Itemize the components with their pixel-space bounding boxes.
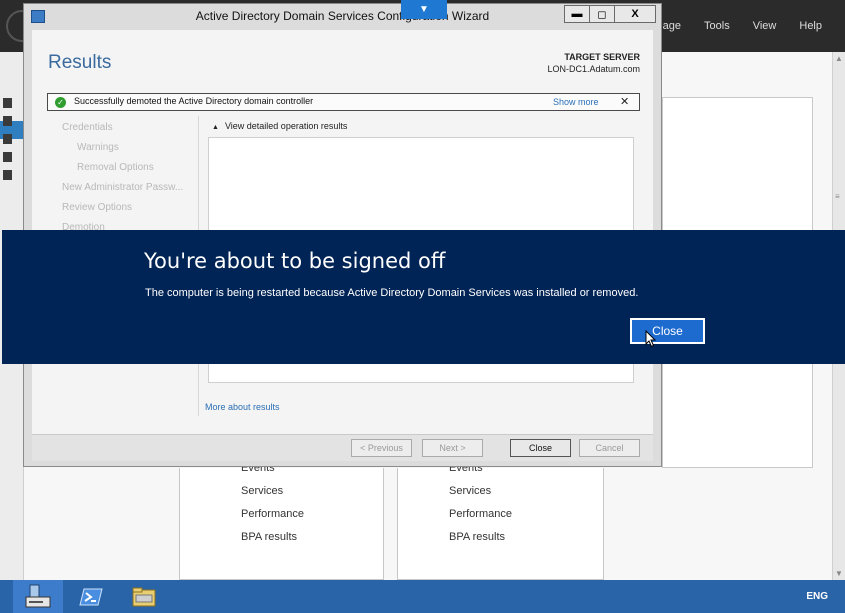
close-button[interactable]: Close [510, 439, 571, 457]
signoff-message: The computer is being restarted because … [145, 287, 639, 299]
taskbar: ENG [0, 580, 845, 613]
scroll-up-icon[interactable]: ▲ [835, 54, 843, 63]
step-warnings: Warnings [77, 142, 119, 153]
local-server-icon[interactable] [3, 116, 12, 126]
server-manager-menu: Manage Tools View Help [641, 0, 845, 52]
next-button[interactable]: Next > [422, 439, 483, 457]
dismiss-close-icon[interactable]: ✕ [620, 95, 629, 108]
scroll-grip-icon[interactable]: ≡ [835, 192, 840, 201]
role-tile-2: Events Services Performance BPA results [397, 462, 604, 580]
file-storage-icon[interactable] [3, 170, 12, 180]
detail-toggle-label: View detailed operation results [224, 121, 348, 131]
file-explorer-taskbar-button[interactable] [119, 580, 169, 613]
chevron-up-icon: ▲ [212, 124, 219, 131]
page-title: Results [48, 52, 112, 73]
all-servers-icon[interactable] [3, 134, 12, 144]
server-manager-taskbar-button[interactable] [13, 580, 63, 613]
more-about-results-link[interactable]: More about results [205, 402, 280, 412]
server-manager-icon [25, 584, 51, 607]
menu-help[interactable]: Help [799, 20, 822, 32]
powershell-taskbar-button[interactable] [66, 580, 116, 613]
ad-ds-icon[interactable] [3, 152, 12, 162]
chevron-down-icon[interactable]: ▼ [401, 0, 447, 19]
maximize-button[interactable]: ◻ [589, 5, 615, 23]
tile-item-services[interactable]: Services [241, 480, 401, 503]
view-detailed-results-toggle[interactable]: ▲ View detailed operation results [212, 121, 347, 131]
minimize-button[interactable]: ▬ [564, 5, 590, 23]
target-server-value: LON-DC1.Adatum.com [547, 64, 640, 74]
mouse-pointer-icon [645, 330, 657, 348]
dashboard-icon[interactable] [3, 98, 12, 108]
menu-view[interactable]: View [753, 20, 777, 32]
wizard-footer: < Previous Next > Close Cancel [32, 434, 653, 461]
window-controls: ▬ ◻ X [564, 5, 656, 23]
cancel-button[interactable]: Cancel [579, 439, 640, 457]
step-new-admin-password: New Administrator Passw... [62, 182, 184, 193]
scroll-down-icon[interactable]: ▼ [835, 569, 843, 578]
success-check-icon: ✓ [55, 97, 66, 108]
signoff-banner: You're about to be signed off The comput… [2, 230, 845, 364]
input-language-indicator[interactable]: ENG [806, 591, 828, 602]
tile-item-services[interactable]: Services [449, 480, 609, 503]
role-tile-1: Events Services Performance BPA results [179, 462, 384, 580]
wizard-titlebar[interactable]: Active Directory Domain Services Configu… [24, 4, 661, 30]
tile-item-performance[interactable]: Performance [241, 503, 401, 526]
show-more-link[interactable]: Show more [553, 97, 599, 107]
menu-tools[interactable]: Tools [704, 20, 730, 32]
folder-icon [132, 587, 156, 606]
target-server-label: TARGET SERVER [564, 52, 640, 62]
tile-item-bpa-results[interactable]: BPA results [241, 526, 401, 549]
tile-item-bpa-results[interactable]: BPA results [449, 526, 609, 549]
notification-text: Successfully demoted the Active Director… [74, 96, 314, 106]
step-review-options: Review Options [62, 202, 133, 213]
signoff-close-button[interactable]: Close [630, 318, 705, 344]
previous-button[interactable]: < Previous [351, 439, 412, 457]
notification-bar: ✓ Successfully demoted the Active Direct… [47, 93, 640, 111]
signoff-title: You're about to be signed off [144, 249, 446, 273]
step-removal-options: Removal Options [77, 162, 154, 173]
tile-item-performance[interactable]: Performance [449, 503, 609, 526]
powershell-icon [79, 588, 103, 605]
step-credentials: Credentials [62, 122, 113, 133]
window-close-button[interactable]: X [614, 5, 656, 23]
